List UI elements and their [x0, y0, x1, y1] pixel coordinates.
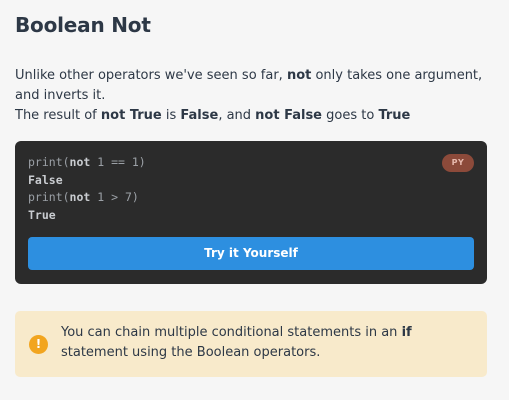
code-block[interactable]: print(not 1 == 1) False print(not 1 > 7)…	[28, 154, 146, 224]
desc-keyword: True	[378, 108, 411, 123]
language-badge: PY	[442, 154, 474, 172]
tip-text-part: You can chain multiple conditional state…	[61, 325, 402, 340]
code-keyword: not	[69, 155, 91, 169]
desc-text: The result of	[15, 108, 101, 123]
exclamation-icon: !	[29, 335, 48, 354]
code-example-card: print(not 1 == 1) False print(not 1 > 7)…	[15, 141, 487, 284]
desc-keyword: False	[180, 108, 219, 123]
desc-text: , and	[218, 108, 256, 123]
try-it-yourself-button[interactable]: Try it Yourself	[28, 237, 474, 270]
code-keyword: not	[69, 190, 91, 204]
code-text: 1 == 1)	[90, 155, 146, 169]
code-text: print(	[28, 190, 70, 204]
lesson-title: Boolean Not	[15, 13, 151, 37]
tip-text: You can chain multiple conditional state…	[61, 323, 471, 363]
desc-keyword: not False	[255, 108, 322, 123]
code-output: False	[28, 172, 63, 187]
lesson-page: Boolean Not Unlike other operators we've…	[0, 0, 509, 400]
desc-keyword: not	[286, 68, 312, 83]
code-output: True	[28, 207, 56, 222]
desc-text: goes to	[322, 108, 379, 123]
desc-text: is	[161, 108, 181, 123]
code-text: print(	[28, 155, 70, 169]
lesson-description: Unlike other operators we've seen so far…	[15, 66, 494, 126]
tip-note: ! You can chain multiple conditional sta…	[15, 311, 487, 377]
tip-text-part: statement using the Boolean operators.	[61, 345, 321, 360]
desc-keyword: not True	[100, 108, 162, 123]
tip-keyword: if	[401, 325, 412, 340]
desc-text: Unlike other operators we've seen so far…	[15, 68, 287, 83]
code-text: 1 > 7)	[90, 190, 139, 204]
